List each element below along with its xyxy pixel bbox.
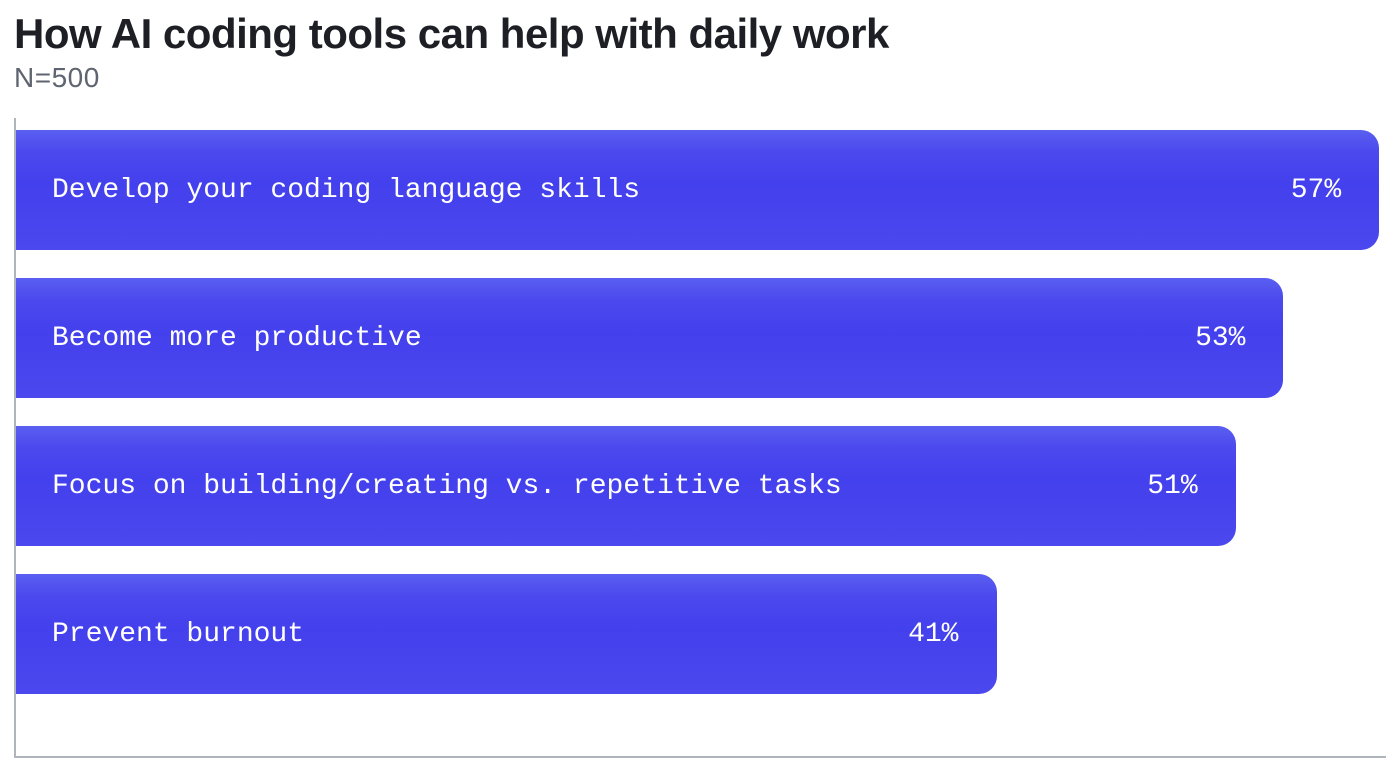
chart-title: How AI coding tools can help with daily … xyxy=(14,10,1386,58)
bar-value: 53% xyxy=(1195,323,1245,354)
bar-row: Develop your coding language skills 57% xyxy=(16,130,1386,250)
bar-value: 51% xyxy=(1147,471,1197,502)
bar-row: Become more productive 53% xyxy=(16,278,1386,398)
bar-value: 57% xyxy=(1291,175,1341,206)
bar-row: Prevent burnout 41% xyxy=(16,574,1386,694)
bar-value: 41% xyxy=(908,619,958,650)
bar-label: Develop your coding language skills xyxy=(52,175,640,206)
bar: Become more productive 53% xyxy=(16,278,1283,398)
chart-container: How AI coding tools can help with daily … xyxy=(0,0,1400,772)
bar-row: Focus on building/creating vs. repetitiv… xyxy=(16,426,1386,546)
bar-label: Focus on building/creating vs. repetitiv… xyxy=(52,471,842,502)
bar-label: Become more productive xyxy=(52,323,422,354)
bar: Focus on building/creating vs. repetitiv… xyxy=(16,426,1236,546)
chart-subtitle: N=500 xyxy=(14,62,1386,94)
bar-label: Prevent burnout xyxy=(52,619,304,650)
plot-area: Develop your coding language skills 57% … xyxy=(14,118,1386,758)
bar: Prevent burnout 41% xyxy=(16,574,997,694)
bar: Develop your coding language skills 57% xyxy=(16,130,1379,250)
